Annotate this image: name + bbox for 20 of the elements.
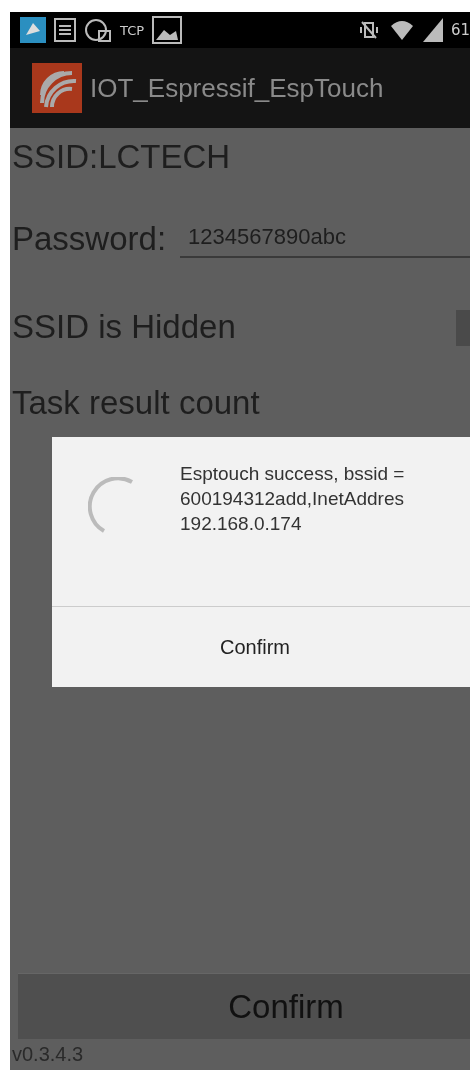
dialog-message: 600194312add,InetAddres [180,487,405,511]
app-logo-icon [32,63,82,113]
count-label: Task result count [12,384,261,422]
dialog-message: 192.168.0.174 [180,512,303,536]
image-icon [152,16,183,44]
password-field[interactable]: 1234567890abc [180,224,470,258]
status-label: TCP [120,22,145,38]
document-icon [54,18,76,42]
confirm-button[interactable]: Confirm [18,973,470,1039]
password-label: Password: [12,220,167,258]
ssid-label: SSID:LCTECH [12,138,232,176]
sync-icon [84,17,112,43]
signal-text: 61 [450,21,470,39]
dialog-message: Esptouch success, bssid = [180,462,405,486]
dialog-confirm-button[interactable]: Confirm [52,607,470,687]
signal-icon [422,18,443,42]
wifi-icon [388,18,415,42]
app-notification-icon [20,17,46,43]
hidden-label: SSID is Hidden [12,308,236,346]
app-title: IOT_Espressif_EspTouch [90,72,384,104]
